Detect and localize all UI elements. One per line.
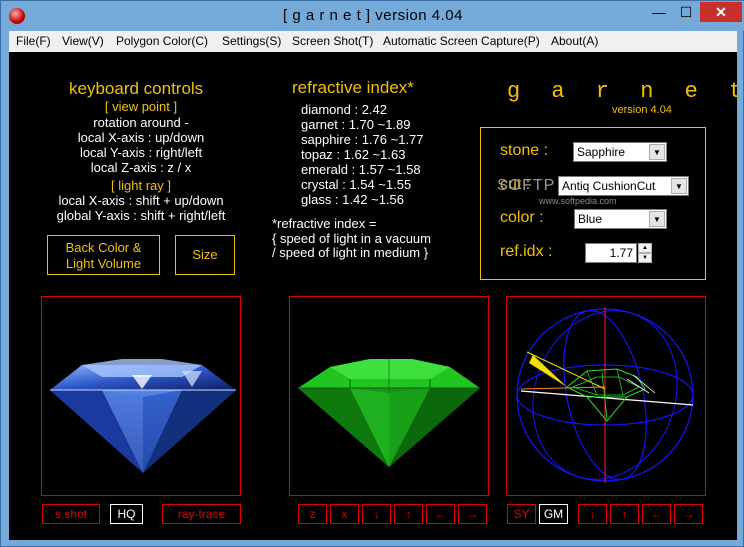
render-viewport[interactable]	[41, 296, 241, 496]
menu-view[interactable]: View(V)	[62, 34, 104, 48]
watermark-url: www.softpedia.com	[539, 196, 617, 206]
refractive-index-title: refractive index*	[292, 78, 414, 97]
title-bar[interactable]: [ g a r n e t ] version 4.04 — ☐ ✕	[1, 1, 744, 31]
stone-select[interactable]: Sapphire ▼	[573, 142, 667, 162]
sy-button[interactable]: SY	[507, 504, 536, 524]
menu-about[interactable]: About(A)	[551, 34, 598, 48]
minimize-button[interactable]: —	[646, 2, 672, 22]
wireframe-viewport[interactable]	[506, 296, 706, 496]
garnet-logo: g a r n e t	[507, 79, 737, 104]
light-arrow-left-button[interactable]: ←	[642, 504, 671, 524]
arrow-down-button[interactable]: ↓	[362, 504, 391, 524]
ri-note: / speed of light in medium }	[272, 245, 429, 260]
maximize-button[interactable]: ☐	[673, 2, 699, 22]
chevron-down-icon: ▼	[671, 178, 687, 194]
kc-light-line: local X-axis : shift + up/down	[58, 193, 224, 208]
light-arrow-right-button[interactable]: →	[674, 504, 703, 524]
size-button[interactable]: Size	[175, 235, 235, 275]
watermark-text: SOFTP	[497, 177, 556, 194]
wireframe-sphere	[516, 307, 694, 483]
stone-label: stone :	[500, 142, 549, 159]
light-arrow-up-button[interactable]: ↑	[610, 504, 639, 524]
arrow-left-button[interactable]: ←	[426, 504, 455, 524]
rotate-z-button[interactable]: z	[298, 504, 327, 524]
spin-up-icon[interactable]: ▲	[638, 243, 652, 253]
ri-entry-topaz: topaz : 1.62 ~1.63	[301, 147, 406, 162]
menu-file[interactable]: File(F)	[16, 34, 51, 48]
rotate-x-button[interactable]: x	[330, 504, 359, 524]
arrow-up-button[interactable]: ↑	[394, 504, 423, 524]
ri-note: *refractive index =	[272, 216, 377, 231]
kc-light-line: global Y-axis : shift + right/left	[56, 208, 226, 223]
color-label: color :	[500, 209, 544, 226]
keyboard-controls-title: keyboard controls	[69, 79, 204, 98]
color-value: Blue	[578, 212, 603, 226]
kc-line: local Z-axis : z / x	[90, 160, 192, 175]
model-viewport[interactable]	[289, 296, 489, 496]
light-ray-header: [ light ray ]	[111, 178, 171, 193]
spin-down-icon[interactable]: ▼	[638, 253, 652, 263]
view-point-header: [ view point ]	[104, 99, 178, 114]
hq-button[interactable]: HQ	[110, 504, 143, 524]
blue-gem-render	[50, 359, 236, 473]
chevron-down-icon: ▼	[649, 211, 665, 227]
back-color-light-volume-button[interactable]: Back Color & Light Volume	[47, 235, 160, 275]
chevron-down-icon: ▼	[649, 144, 665, 160]
menu-settings[interactable]: Settings(S)	[222, 34, 281, 48]
light-arrow-down-button[interactable]: ↓	[578, 504, 607, 524]
arrow-right-button[interactable]: →	[458, 504, 487, 524]
ri-entry-garnet: garnet : 1.70 ~1.89	[301, 117, 411, 132]
ref-idx-input[interactable]: 1.77	[585, 243, 637, 263]
ri-entry-glass: glass : 1.42 ~1.56	[301, 192, 404, 207]
menu-screen-shot[interactable]: Screen Shot(T)	[292, 34, 373, 48]
screenshot-button[interactable]: s.shot	[42, 504, 100, 524]
back-color-label-2: Light Volume	[65, 256, 142, 271]
main-canvas: keyboard controls [ view point ] rotatio…	[9, 52, 737, 540]
kc-line: local Y-axis : right/left	[79, 145, 203, 160]
app-window: [ g a r n e t ] version 4.04 — ☐ ✕ File(…	[0, 0, 744, 547]
menu-bar: File(F) View(V) Polygon Color(C) Setting…	[9, 31, 737, 52]
ri-entry-sapphire: sapphire : 1.76 ~1.77	[301, 132, 424, 147]
garnet-version: version 4.04	[612, 104, 672, 116]
ray-trace-button[interactable]: ray-trace	[162, 504, 241, 524]
gm-button[interactable]: GM	[539, 504, 568, 524]
ri-entry-emerald: emerald : 1.57 ~1.58	[301, 162, 421, 177]
color-select[interactable]: Blue ▼	[574, 209, 667, 229]
ref-idx-label: ref.idx :	[500, 243, 553, 260]
close-button[interactable]: ✕	[700, 2, 742, 22]
cut-select[interactable]: Antiq CushionCut ▼	[558, 176, 689, 196]
green-gem-model	[298, 359, 480, 467]
kc-line: rotation around -	[93, 115, 189, 130]
window-title: [ g a r n e t ] version 4.04	[283, 7, 463, 24]
ri-entry-crystal: crystal : 1.54 ~1.55	[301, 177, 412, 192]
menu-polygon-color[interactable]: Polygon Color(C)	[116, 34, 208, 48]
ri-entry-diamond: diamond : 2.42	[301, 102, 388, 117]
menu-automatic-screen-capture[interactable]: Automatic Screen Capture(P)	[383, 34, 540, 48]
back-color-label-1: Back Color &	[65, 240, 142, 255]
cut-value: Antiq CushionCut	[562, 179, 656, 193]
kc-line: local X-axis : up/down	[77, 130, 205, 145]
stone-value: Sapphire	[577, 145, 626, 159]
